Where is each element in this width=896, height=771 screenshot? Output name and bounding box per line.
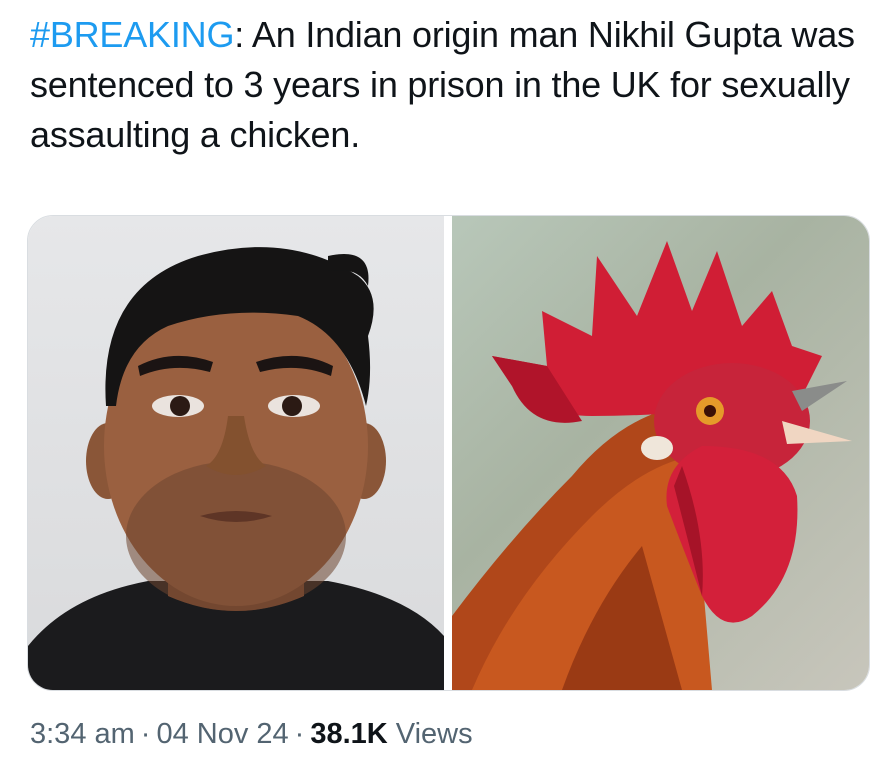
tweet-time[interactable]: 3:34 am (30, 718, 135, 750)
tweet-text: #BREAKING: An Indian origin man Nikhil G… (30, 10, 870, 160)
meta-separator: · (140, 718, 151, 750)
man-mugshot-photo-icon (28, 247, 444, 690)
tweet-date[interactable]: 04 Nov 24 (156, 718, 288, 750)
views-count[interactable]: 38.1K (310, 718, 387, 750)
hashtag-link[interactable]: #BREAKING (30, 14, 234, 55)
rooster-head-photo-icon (452, 241, 852, 690)
media-photo-rooster[interactable] (452, 216, 869, 690)
media-photo-man[interactable] (28, 216, 444, 690)
views-label: Views (395, 718, 473, 750)
meta-separator: · (294, 718, 305, 750)
tweet-meta: 3:34 am · 04 Nov 24 · 38.1K Views (30, 718, 473, 751)
media-grid (27, 215, 870, 691)
